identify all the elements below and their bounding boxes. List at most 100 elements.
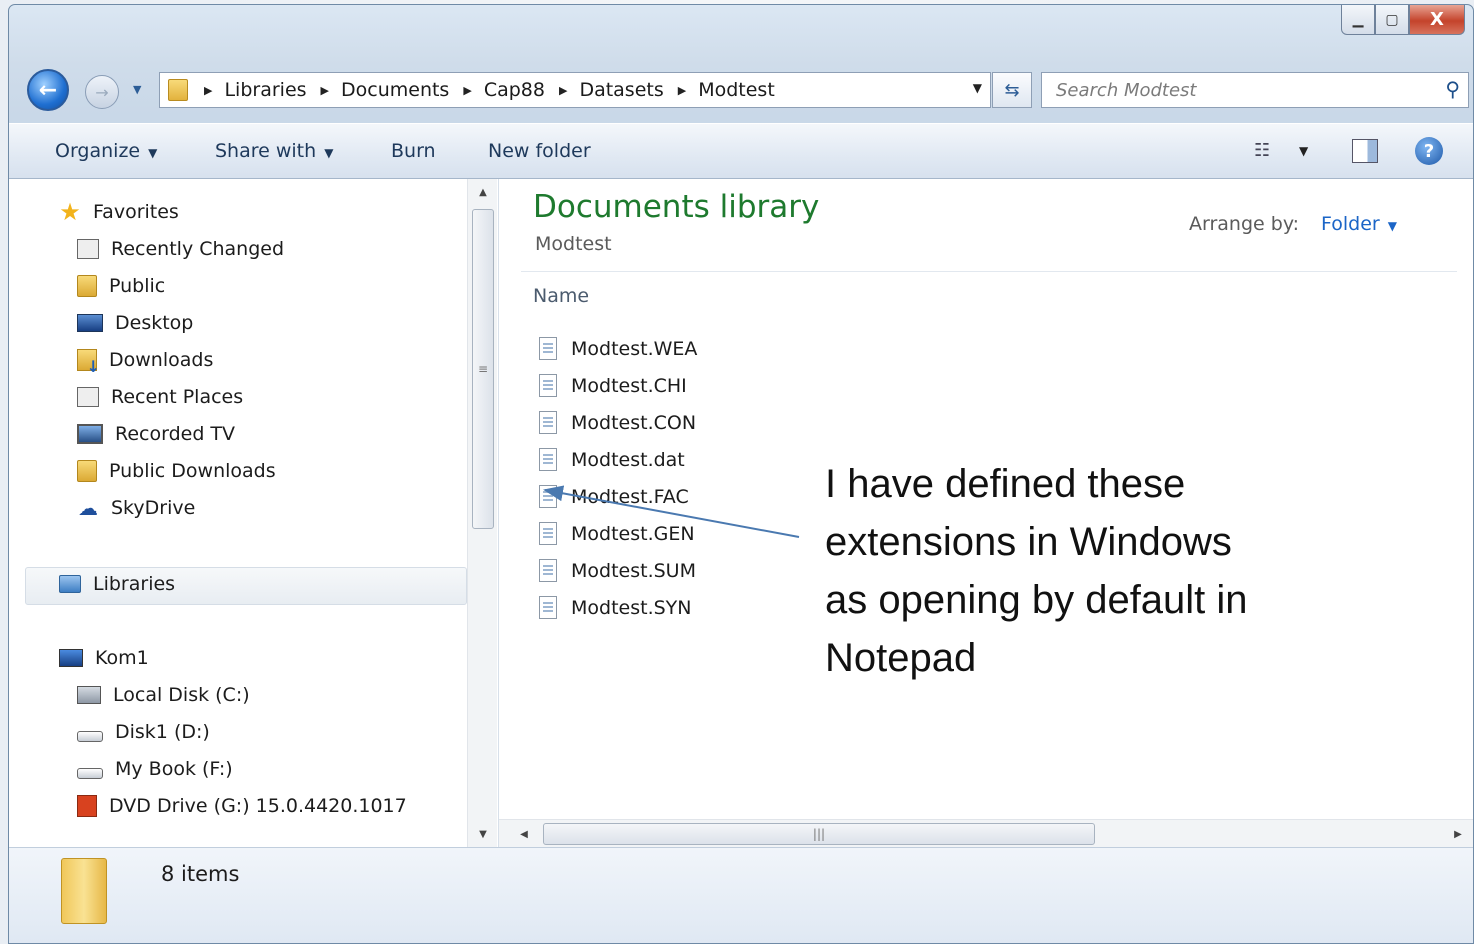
burn-button[interactable]: Burn xyxy=(391,140,436,162)
nav-my-book-f[interactable]: My Book (F:) xyxy=(77,758,233,780)
file-item[interactable]: Modtest.WEA xyxy=(539,337,697,360)
refresh-button[interactable]: ⇆ xyxy=(992,72,1032,108)
address-row: ← → ▼ ▶ Libraries ▶ Documents ▶ Cap88 ▶ Dat… xyxy=(9,67,1473,111)
search-placeholder: Search Modtest xyxy=(1056,79,1197,101)
folder-icon xyxy=(77,460,97,482)
folder-icon xyxy=(77,275,97,297)
scroll-up-icon[interactable]: ▲ xyxy=(468,179,498,205)
file-item[interactable]: Modtest.CON xyxy=(539,411,696,434)
nav-label: Disk1 (D:) xyxy=(115,721,210,743)
nav-public-downloads[interactable]: Public Downloads xyxy=(77,460,276,482)
breadcrumb-label: Modtest xyxy=(698,79,775,101)
content-scrollbar[interactable]: ◀ ||| ▶ xyxy=(499,819,1473,848)
drive-icon xyxy=(77,767,103,779)
arrange-by-label: Arrange by: xyxy=(1189,213,1300,235)
text-file-icon xyxy=(539,559,557,582)
nav-downloads[interactable]: Downloads xyxy=(77,349,214,376)
folder-icon xyxy=(61,858,107,924)
nav-label: Recorded TV xyxy=(115,423,236,445)
callout-line: Notepad xyxy=(825,636,977,680)
close-button[interactable]: X xyxy=(1409,5,1465,35)
file-name: Modtest.dat xyxy=(571,448,685,471)
file-name: Modtest.SUM xyxy=(571,559,696,582)
nav-libraries[interactable]: Libraries xyxy=(59,573,175,595)
file-item[interactable]: Modtest.dat xyxy=(539,448,685,471)
nav-recent-places[interactable]: Recent Places xyxy=(77,386,243,408)
file-item[interactable]: Modtest.GEN xyxy=(539,522,695,545)
arrange-by-dropdown[interactable]: Folder ▼ xyxy=(1321,213,1397,235)
nav-recorded-tv[interactable]: Recorded TV xyxy=(77,423,235,445)
chevron-right-icon: ▶ xyxy=(320,83,329,97)
nav-label: My Book (F:) xyxy=(115,758,233,780)
change-view-icon[interactable]: ☷ xyxy=(1254,140,1270,161)
chevron-right-icon: ▶ xyxy=(558,83,568,97)
chevron-down-icon: ▼ xyxy=(148,146,158,160)
search-icon[interactable]: ⚲ xyxy=(1445,77,1460,101)
recent-pages-dropdown[interactable]: ▼ xyxy=(133,83,141,96)
breadcrumb-label: Datasets xyxy=(579,79,664,101)
address-dropdown-icon[interactable]: ▼ xyxy=(973,81,982,95)
nav-dvd-drive-g[interactable]: DVD Drive (G:) 15.0.4420.1017 xyxy=(77,795,407,817)
callout-line: extensions in Windows xyxy=(825,520,1232,564)
file-item[interactable]: Modtest.SUM xyxy=(539,559,696,582)
address-bar[interactable]: ▶ Libraries ▶ Documents ▶ Cap88 ▶ Datasets ▶… xyxy=(159,72,991,108)
file-name: Modtest.CHI xyxy=(571,374,687,397)
organize-button[interactable]: Organize ▼ xyxy=(55,140,157,162)
file-name: Modtest.SYN xyxy=(571,596,692,619)
maximize-button[interactable]: ▢ xyxy=(1375,5,1409,35)
text-file-icon xyxy=(539,596,557,619)
share-with-button[interactable]: Share with ▼ xyxy=(215,140,333,162)
nav-recently-changed[interactable]: Recently Changed xyxy=(77,238,284,260)
breadcrumb-root[interactable]: ▶ xyxy=(202,84,224,97)
breadcrumb-cap88[interactable]: Cap88 ▶ xyxy=(484,79,580,101)
scroll-right-icon[interactable]: ▶ xyxy=(1445,820,1471,848)
file-item[interactable]: Modtest.SYN xyxy=(539,596,692,619)
breadcrumb-label: Cap88 xyxy=(483,79,545,101)
nav-label: Favorites xyxy=(93,201,179,223)
nav-label: Recently Changed xyxy=(111,238,285,260)
nav-desktop[interactable]: Desktop xyxy=(77,312,193,334)
nav-scrollbar[interactable]: ▲ ≡ ▼ xyxy=(467,179,497,847)
annotation-callout: I have defined these extensions in Windo… xyxy=(825,455,1325,687)
nav-computer[interactable]: Kom1 xyxy=(59,647,149,669)
nav-skydrive[interactable]: ☁ SkyDrive xyxy=(77,496,196,520)
nav-label: DVD Drive (G:) 15.0.4420.1017 xyxy=(109,795,407,817)
breadcrumb-modtest[interactable]: Modtest xyxy=(698,79,775,101)
nav-disk1-d[interactable]: Disk1 (D:) xyxy=(77,721,210,743)
search-input[interactable]: Search Modtest ⚲ xyxy=(1041,72,1469,108)
breadcrumb-libraries[interactable]: Libraries ▶ xyxy=(224,79,341,101)
scroll-thumb[interactable]: ||| xyxy=(543,823,1095,845)
file-name: Modtest.CON xyxy=(571,411,697,434)
recent-changed-icon xyxy=(77,239,99,259)
breadcrumb-documents[interactable]: Documents ▶ xyxy=(341,79,484,101)
text-file-icon xyxy=(539,411,557,434)
file-item[interactable]: Modtest.FAC xyxy=(539,485,689,508)
nav-favorites[interactable]: ★ Favorites xyxy=(59,198,179,226)
library-title: Documents library xyxy=(533,189,820,225)
nav-label: Recent Places xyxy=(111,386,244,408)
dvd-icon xyxy=(77,795,97,817)
nav-public[interactable]: Public xyxy=(77,275,165,297)
nav-label: Local Disk (C:) xyxy=(113,684,250,706)
help-icon[interactable]: ? xyxy=(1415,137,1443,165)
nav-label: SkyDrive xyxy=(111,497,196,519)
back-button[interactable]: ← xyxy=(27,69,69,111)
nav-label: Desktop xyxy=(115,312,194,334)
minimize-button[interactable]: ▁ xyxy=(1341,5,1375,35)
nav-label: Downloads xyxy=(109,349,214,371)
chevron-right-icon: ▶ xyxy=(204,83,213,97)
scroll-down-icon[interactable]: ▼ xyxy=(468,821,498,847)
refresh-icon: ⇆ xyxy=(1004,79,1020,101)
file-item[interactable]: Modtest.CHI xyxy=(539,374,687,397)
arrange-by-value: Folder xyxy=(1321,213,1380,235)
nav-local-disk-c[interactable]: Local Disk (C:) xyxy=(77,684,250,706)
breadcrumb-datasets[interactable]: Datasets ▶ xyxy=(579,79,698,101)
chevron-down-icon: ▼ xyxy=(324,146,334,160)
preview-pane-icon[interactable] xyxy=(1352,139,1378,163)
scroll-left-icon[interactable]: ◀ xyxy=(511,820,537,848)
new-folder-button[interactable]: New folder xyxy=(488,140,591,162)
scroll-thumb[interactable]: ≡ xyxy=(472,209,494,529)
forward-button[interactable]: → xyxy=(85,75,119,109)
column-header-name[interactable]: Name xyxy=(533,285,589,307)
view-options-dropdown[interactable]: ▼ xyxy=(1299,144,1308,158)
